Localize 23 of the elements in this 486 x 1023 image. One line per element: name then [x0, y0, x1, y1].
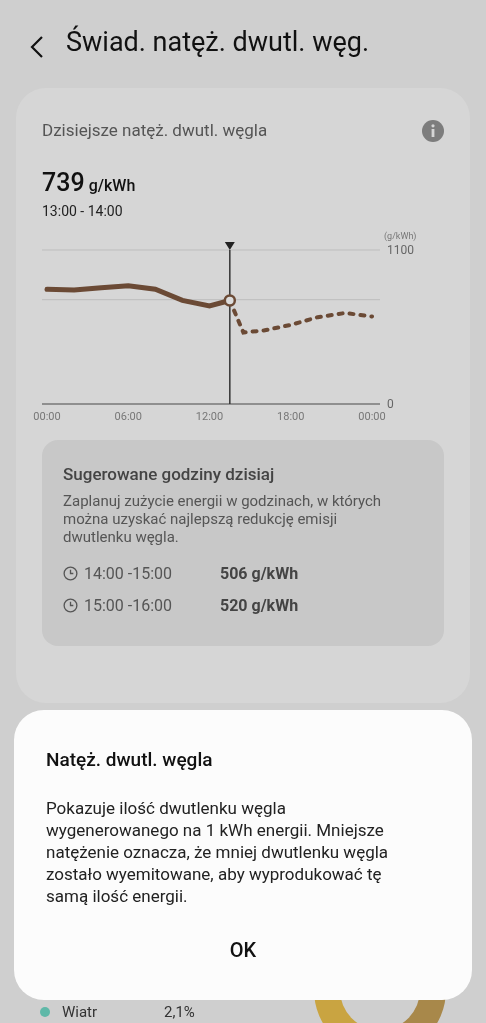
card-title: Dzisiejsze natęż. dwutl. węgla — [42, 119, 268, 142]
y-tick-label: 0 — [387, 398, 394, 410]
x-tick-label: 18:00 — [276, 411, 306, 422]
axis-unit: (g/kWh) — [384, 230, 417, 243]
suggestion-description: Zaplanuj zużycie energii w godzinach, w których można uzyskać najlepszą redukcję emisji dwutlenku węgla. — [63, 491, 383, 546]
legend-value: 2,1% — [164, 1003, 195, 1021]
current-value: 739 — [42, 166, 85, 199]
time-range: 13:00 - 14:00 — [42, 202, 124, 221]
suggestion-title: Sugerowane godziny dzisiaj — [63, 463, 276, 486]
y-tick-label: 1100 — [387, 244, 414, 256]
page-title: Świad. natęż. dwutl. węg. — [66, 26, 370, 60]
slot-value: 506 g/kWh — [220, 562, 299, 585]
legend-label: Wiatr — [62, 1003, 99, 1021]
x-tick-label: 00:00 — [357, 411, 387, 422]
x-tick-label: 12:00 — [194, 411, 225, 422]
dialog-title: Natęż. dwutl. węgla — [46, 747, 214, 773]
x-tick-label: 00:00 — [32, 411, 62, 422]
value-unit: g/kWh — [88, 174, 136, 197]
slot-time: 14:00 -15:00 — [84, 562, 174, 585]
x-tick-label: 06:00 — [113, 411, 143, 422]
slot-value: 520 g/kWh — [220, 594, 299, 617]
slot-time: 15:00 -16:00 — [84, 594, 174, 617]
dialog-body: Pokazuje ilość dwutlenku węgla wygenerowanego na 1 kWh energii. Mniejsze natężenie oznacza, że mniej dwutlenku węgla zostało wyemitowane, aby wyprodukować tę samą ilość energii. — [46, 796, 390, 907]
